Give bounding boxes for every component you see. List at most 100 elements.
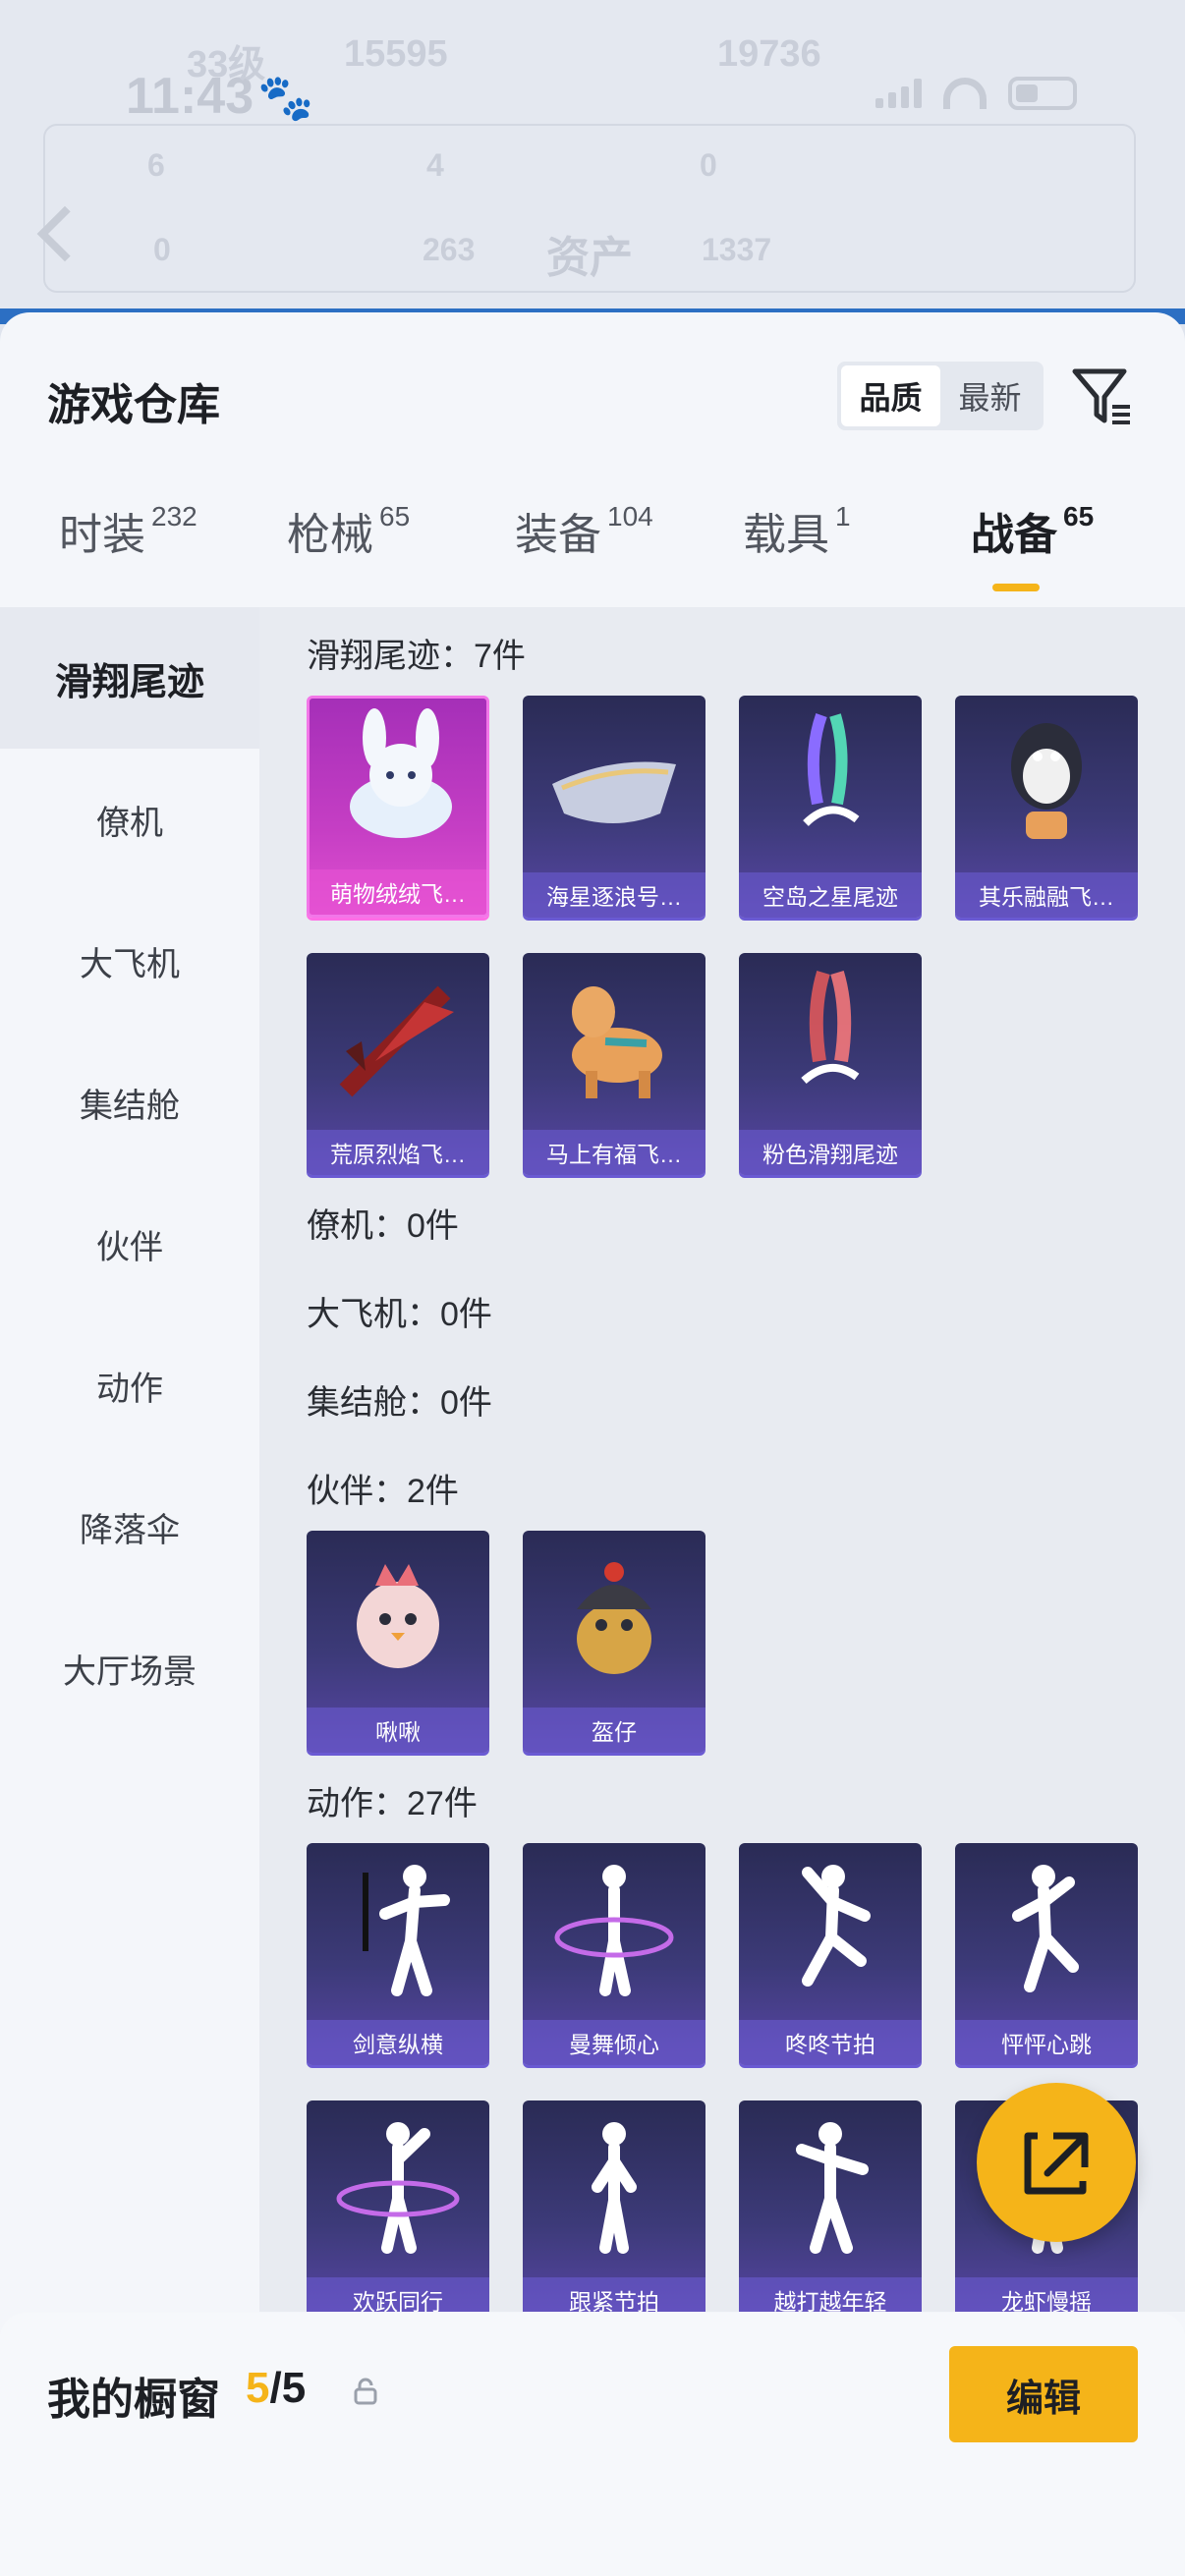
item-card[interactable]: 咚咚节拍 (739, 1843, 922, 2065)
lock-icon (354, 2378, 377, 2405)
bg-stat: 4 (426, 147, 444, 183)
tab-fashion[interactable]: 时装 232 (59, 499, 198, 607)
sidebar-item-glide-trail[interactable]: 滑翔尾迹 (0, 607, 259, 749)
status-icons (875, 77, 1077, 110)
dancer-spin-icon (336, 2122, 460, 2254)
item-card[interactable]: 空岛之星尾迹 (739, 696, 922, 918)
sidebar-item-wingman[interactable]: 僚机 (0, 749, 259, 890)
helmet-chick-icon (577, 1562, 651, 1674)
showcase-count: 5/5 (246, 2364, 306, 2413)
item-label: 龙虾慢摇 (955, 2277, 1138, 2312)
showcase-count-separator: / (269, 2364, 282, 2412)
sidebar-item-parachute[interactable]: 降落伞 (0, 1456, 259, 1597)
sidebar-item-partner[interactable]: 伙伴 (0, 1173, 259, 1315)
item-label: 咚咚节拍 (739, 2020, 922, 2065)
section-title-wingman: 僚机：0件 (307, 1207, 459, 1245)
bg-score: 15595 (344, 33, 448, 75)
item-card[interactable]: 跟紧节拍 (523, 2100, 705, 2312)
bg-stat: 0 (700, 147, 717, 183)
item-label: 欢跃同行 (307, 2277, 489, 2312)
item-card[interactable]: 剑意纵横 (307, 1843, 489, 2065)
item-label: 盔仔 (523, 1708, 705, 1753)
section-title-partner: 伙伴：2件 (307, 1473, 459, 1510)
item-card[interactable]: 其乐融融飞… (955, 696, 1138, 918)
showcase-bar: 我的橱窗 5/5 编辑 (0, 2313, 1185, 2576)
bg-value: 19736 (717, 33, 821, 75)
background-layer: 11:43 🐾 33级 15595 19736 6 4 0 0 263 1337… (0, 0, 1185, 324)
tab-label: 时装 (59, 511, 145, 559)
item-grid: 滑翔尾迹：7件 萌物绒绒飞… 海星逐浪号… 空岛之星尾迹 其乐融融飞… 荒原烈焰… (259, 607, 1185, 2312)
item-card[interactable]: 盔仔 (523, 1531, 705, 1753)
filter-button[interactable] (1069, 362, 1136, 430)
showcase-count-total: 5 (281, 2364, 307, 2412)
item-label: 萌物绒绒飞… (310, 869, 486, 915)
item-card[interactable]: 欢跃同行 (307, 2100, 489, 2312)
penguin-balloon-icon (1011, 723, 1082, 839)
item-label: 荒原烈焰飞… (307, 1130, 489, 1175)
sidebar-item-big-plane[interactable]: 大飞机 (0, 890, 259, 1032)
horse-icon (572, 986, 662, 1098)
item-card[interactable]: 海星逐浪号… (523, 696, 705, 918)
tab-count: 104 (607, 501, 653, 532)
pink-trail-icon (801, 970, 860, 1085)
item-card[interactable]: 荒原烈焰飞… (307, 953, 489, 1175)
edit-button[interactable]: 编辑 (949, 2346, 1138, 2442)
item-card[interactable]: 曼舞倾心 (523, 1843, 705, 2065)
active-tab-indicator (992, 584, 1040, 591)
sort-quality-button[interactable]: 品质 (841, 365, 940, 426)
bg-page-title: 资产 (546, 234, 633, 282)
item-label: 剑意纵横 (307, 2020, 489, 2065)
item-label: 粉色滑翔尾迹 (739, 1130, 922, 1175)
tab-vehicles[interactable]: 载具 1 (743, 499, 851, 607)
bg-stat: 0 (153, 232, 171, 267)
tab-equipment[interactable]: 装备 104 (515, 499, 653, 607)
tab-count: 232 (151, 501, 198, 532)
item-label: 空岛之星尾迹 (739, 872, 922, 918)
bg-level: 33级 (187, 44, 266, 85)
section-title-glide: 滑翔尾迹：7件 (307, 638, 526, 675)
sidebar-item-emote[interactable]: 动作 (0, 1315, 259, 1456)
sort-newest-button[interactable]: 最新 (940, 365, 1040, 426)
bg-stat: 1337 (702, 232, 772, 267)
tab-label: 枪械 (287, 511, 373, 559)
rainbow-trail-icon (803, 713, 860, 826)
item-card[interactable]: 怦怦心跳 (955, 1843, 1138, 2065)
item-card[interactable]: 越打越年轻 (739, 2100, 922, 2312)
flame-plane-icon (339, 985, 454, 1097)
item-card[interactable]: 啾啾 (307, 1531, 489, 1753)
item-label: 曼舞倾心 (523, 2020, 705, 2065)
item-card[interactable]: 萌物绒绒飞… (307, 696, 489, 918)
item-label: 怦怦心跳 (955, 2020, 1138, 2065)
item-card[interactable]: 马上有福飞… (523, 953, 705, 1175)
dancer-beat-icon (592, 2122, 637, 2254)
page-title: 游戏仓库 (47, 381, 220, 429)
share-external-icon (1024, 2132, 1089, 2195)
section-title-emote: 动作：27件 (307, 1785, 478, 1822)
tab-count: 1 (835, 501, 851, 532)
share-button[interactable] (977, 2083, 1136, 2242)
bird-partner-icon (357, 1564, 439, 1668)
signal-icon (875, 79, 922, 108)
bunny-plane-icon (350, 708, 452, 838)
item-label: 跟紧节拍 (523, 2277, 705, 2312)
battery-icon (1008, 77, 1077, 110)
tab-label: 载具 (743, 511, 829, 559)
sort-toggle: 品质 最新 (837, 362, 1044, 430)
boat-icon (552, 761, 676, 823)
dancer-sword-icon (363, 1865, 450, 1996)
item-card[interactable]: 粉色滑翔尾迹 (739, 953, 922, 1175)
wifi-icon (943, 78, 987, 109)
tab-guns[interactable]: 枪械 65 (287, 499, 410, 607)
tab-count: 65 (379, 501, 411, 532)
item-label: 其乐融融飞… (955, 872, 1138, 918)
paw-icon: 🐾 (257, 72, 314, 123)
warehouse-sheet: 游戏仓库 品质 最新 时装 232 枪械 65 装备 104 载具 1 战备 65 滑翔尾… (0, 312, 1185, 2576)
bg-stat: 263 (423, 232, 476, 267)
dancer-jump-icon (802, 1865, 871, 1987)
item-label: 马上有福飞… (523, 1130, 705, 1175)
sidebar-item-lobby-scene[interactable]: 大厅场景 (0, 1597, 259, 1739)
item-label: 越打越年轻 (739, 2277, 922, 2312)
filter-icon (1072, 368, 1130, 424)
tab-count: 65 (1063, 501, 1095, 532)
sidebar-item-capsule[interactable]: 集结舱 (0, 1032, 259, 1173)
